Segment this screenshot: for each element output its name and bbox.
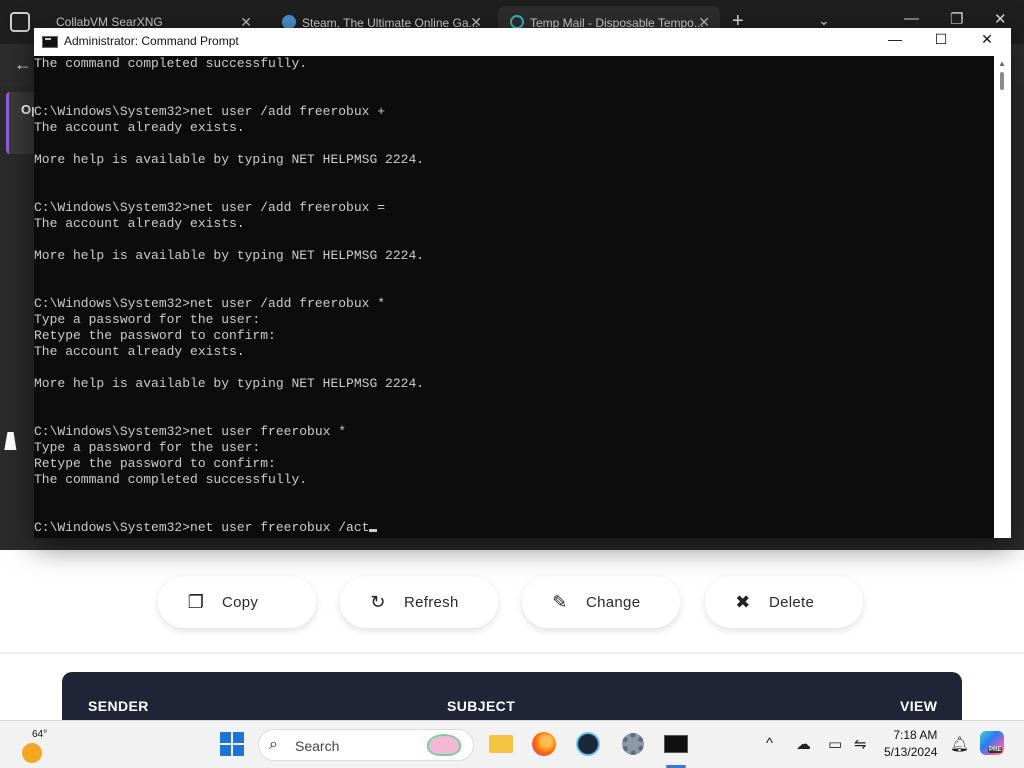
clock-date: 5/13/2024 xyxy=(884,745,938,759)
display-icon[interactable]: ▭ xyxy=(828,735,842,753)
terminal-icon xyxy=(664,735,688,753)
cmd-maximize-button[interactable]: ☐ xyxy=(918,31,964,53)
console-line: Type a password for the user: xyxy=(34,312,261,327)
console-line: C:\Windows\System32>net user /add freero… xyxy=(34,200,386,215)
console-line: C:\Windows\System32>net user /add freero… xyxy=(34,104,386,119)
steam-icon xyxy=(576,732,600,756)
close-icon: ✖ xyxy=(735,591,751,612)
taskbar: 64° ⌕ Search ^ ☁ ▭ ⇋ 7:18 AM 5/13/2024 🔔… xyxy=(0,720,1024,768)
file-explorer-button[interactable] xyxy=(488,731,514,757)
show-hidden-icons-chevron[interactable]: ^ xyxy=(766,735,773,752)
refresh-icon: ↻ xyxy=(370,591,386,612)
text-cursor xyxy=(369,529,378,532)
subject-column-header: SUBJECT xyxy=(447,698,516,714)
taskbar-search[interactable]: ⌕ Search xyxy=(258,729,474,761)
search-label: Search xyxy=(295,738,340,754)
copilot-icon[interactable]: PRE xyxy=(980,731,1004,755)
start-button[interactable] xyxy=(219,731,245,757)
network-icon[interactable]: ⇋ xyxy=(854,735,867,753)
steam-favicon-icon xyxy=(282,15,296,29)
refresh-button[interactable]: ↻ Refresh xyxy=(340,576,498,628)
refresh-label: Refresh xyxy=(404,593,459,611)
search-icon: ⌕ xyxy=(269,736,278,753)
copy-icon: ❐ xyxy=(187,591,205,612)
cmd-window-title: Administrator: Command Prompt xyxy=(64,34,239,48)
divider xyxy=(0,652,1024,654)
gear-icon xyxy=(622,733,644,755)
command-prompt-window[interactable]: Administrator: Command Prompt — ☐ ✕ The … xyxy=(34,28,1011,538)
delete-button[interactable]: ✖ Delete xyxy=(705,576,863,628)
copy-label: Copy xyxy=(222,593,259,611)
notification-bell-icon[interactable]: 🔔︎ xyxy=(950,735,969,753)
view-column-header: VIEW xyxy=(900,698,938,714)
console-line: Retype the password to confirm: xyxy=(34,456,276,471)
cmd-minimize-button[interactable]: — xyxy=(872,31,918,53)
onedrive-offline-icon[interactable]: ☁ xyxy=(796,735,811,753)
cmd-scrollbar-thumb[interactable] xyxy=(1000,72,1004,90)
console-line: C:\Windows\System32>net user /add freero… xyxy=(34,296,386,311)
steam-button[interactable] xyxy=(575,731,601,757)
console-line: The command completed successfully. xyxy=(34,56,308,71)
clock-time: 7:18 AM xyxy=(893,728,938,742)
copy-button[interactable]: ❐ Copy xyxy=(158,576,316,628)
console-line: The command completed successfully. xyxy=(34,472,308,487)
system-clock[interactable]: 7:18 AM 5/13/2024 xyxy=(884,727,937,761)
console-line: The account already exists. xyxy=(34,216,245,231)
copilot-preview-badge: PRE xyxy=(988,747,1003,753)
command-prompt-taskbar-button[interactable] xyxy=(663,731,689,757)
weather-widget[interactable]: 64° xyxy=(20,729,50,763)
scroll-up-arrow-icon[interactable]: ▲ xyxy=(998,59,1006,68)
change-button[interactable]: ✎ Change xyxy=(522,576,680,628)
sun-icon xyxy=(22,743,42,763)
mail-actions: ❐ Copy ↻ Refresh ✎ Change ✖ Delete xyxy=(0,576,1024,628)
browser-minimize-button[interactable]: — xyxy=(904,10,919,27)
back-arrow-icon[interactable]: ← xyxy=(14,54,32,75)
console-line: The account already exists. xyxy=(34,344,245,359)
console-prompt-line[interactable]: C:\Windows\System32>net user freerobux /… xyxy=(34,520,994,536)
tab-list-chevron-icon[interactable]: ⌄ xyxy=(818,12,830,29)
console-line: More help is available by typing NET HEL… xyxy=(34,248,425,263)
pen-icon: ✎ xyxy=(552,591,568,612)
console-line: The account already exists. xyxy=(34,120,245,135)
console-line: Retype the password to confirm: xyxy=(34,328,276,343)
change-label: Change xyxy=(586,593,641,611)
windows-logo-icon xyxy=(220,732,244,756)
cmd-scrollbar[interactable]: ▲ xyxy=(994,56,1011,538)
console-line: C:\Windows\System32>net user freerobux * xyxy=(34,424,347,439)
search-highlight-icon xyxy=(427,734,461,756)
console-input-text: C:\Windows\System32>net user freerobux /… xyxy=(34,520,370,535)
settings-button[interactable] xyxy=(620,731,646,757)
cmd-app-icon xyxy=(42,36,58,48)
console-line: Type a password for the user: xyxy=(34,440,261,455)
firefox-button[interactable] xyxy=(531,731,557,757)
cmd-titlebar[interactable]: Administrator: Command Prompt — ☐ ✕ xyxy=(34,28,1011,56)
tab-label: CollabVM SearXNG xyxy=(56,15,163,29)
cmd-console-output[interactable]: The command completed successfully. C:\Wi… xyxy=(34,56,994,538)
cmd-close-button[interactable]: ✕ xyxy=(964,31,1010,53)
browser-restore-button[interactable]: ❐ xyxy=(950,10,963,28)
folder-icon xyxy=(489,735,513,753)
firefox-icon xyxy=(532,732,556,756)
browser-close-button[interactable]: ✕ xyxy=(994,10,1007,28)
console-line: More help is available by typing NET HEL… xyxy=(34,376,425,391)
weather-temp: 64° xyxy=(32,729,48,740)
tab-actions-icon[interactable] xyxy=(10,12,30,32)
delete-label: Delete xyxy=(769,593,815,611)
console-line: More help is available by typing NET HEL… xyxy=(34,152,425,167)
sender-column-header: SENDER xyxy=(88,698,149,714)
tempmail-favicon-icon xyxy=(510,15,524,29)
